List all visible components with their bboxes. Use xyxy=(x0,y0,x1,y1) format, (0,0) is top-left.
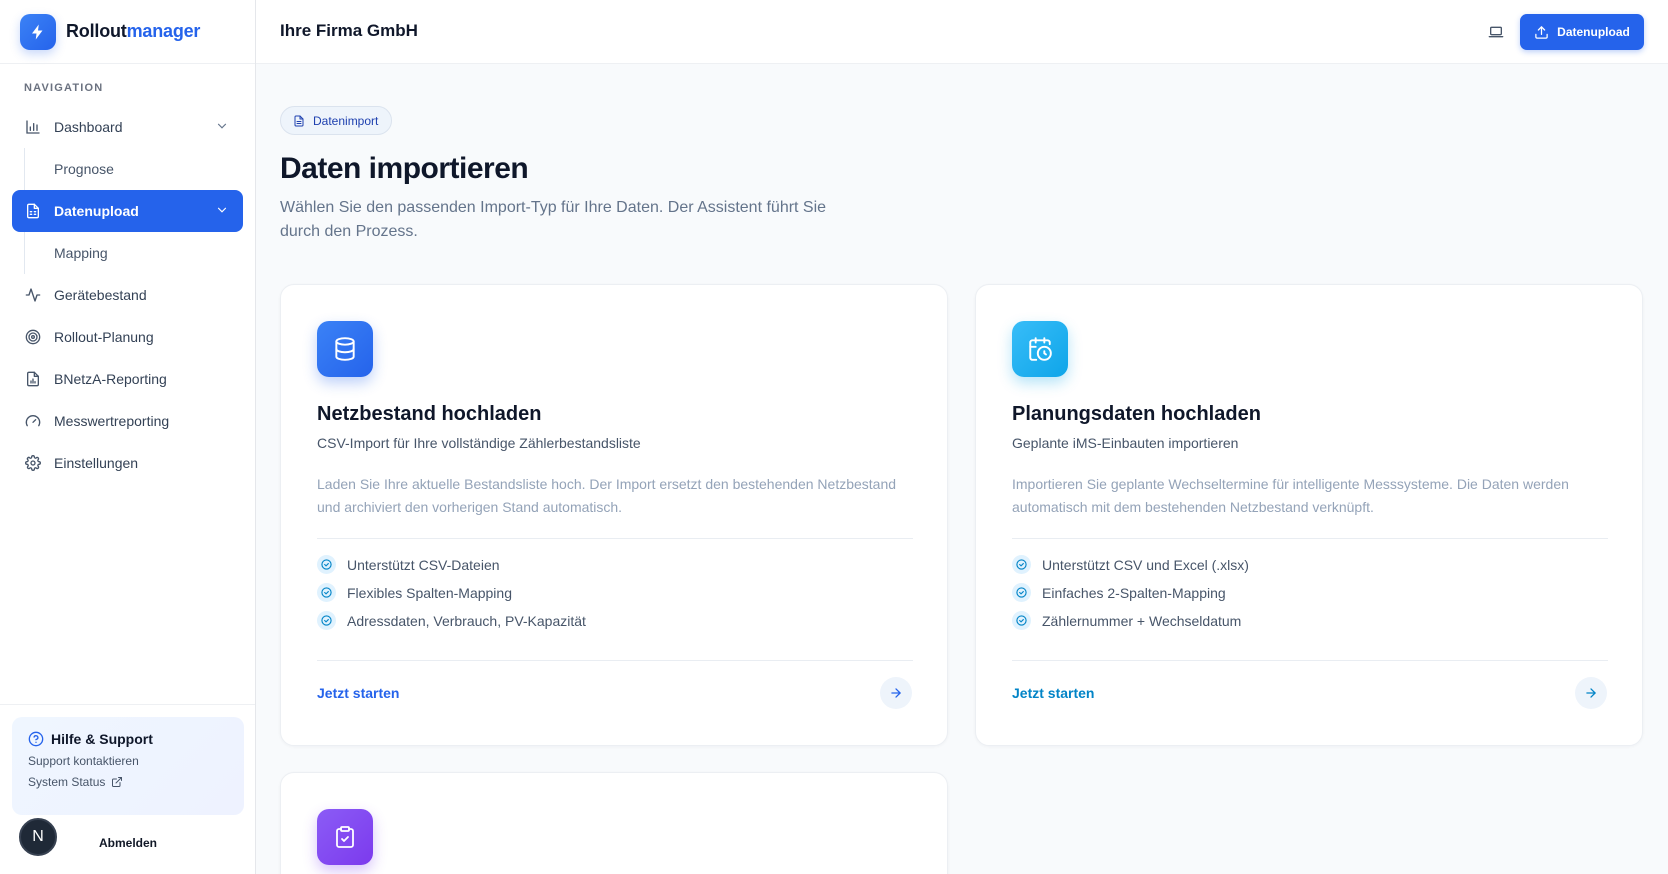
system-status-link[interactable]: System Status xyxy=(28,775,228,789)
avatar[interactable]: N xyxy=(19,818,57,856)
system-status-text: System Status xyxy=(28,775,106,789)
start-link[interactable]: Jetzt starten xyxy=(317,685,399,701)
external-link-icon xyxy=(111,776,123,788)
feature-text: Unterstützt CSV und Excel (.xlsx) xyxy=(1042,556,1249,573)
main-content: Datenimport Daten importieren Wählen Sie… xyxy=(256,64,1668,874)
chevron-down-icon xyxy=(215,119,229,136)
file-text-icon xyxy=(293,115,305,127)
sidebar-item-label: BNetzA-Reporting xyxy=(54,371,167,387)
activity-icon xyxy=(24,286,42,304)
feature-item: Unterstützt CSV und Excel (.xlsx) xyxy=(1012,555,1249,574)
laptop-icon[interactable] xyxy=(1484,20,1508,44)
upload-icon xyxy=(1534,25,1549,40)
feature-item: Einfaches 2-Spalten-Mapping xyxy=(1012,583,1226,602)
report-file-icon xyxy=(24,370,42,388)
sidebar-item-messwertreporting[interactable]: Messwertreporting xyxy=(12,400,243,442)
card-description: Importieren Sie geplante Wechseltermine … xyxy=(1012,476,1569,515)
card-title: Netzbestand hochladen xyxy=(317,403,542,425)
target-icon xyxy=(24,328,42,346)
help-circle-icon xyxy=(28,731,44,747)
sidebar-subitem-prognose[interactable]: Prognose xyxy=(24,148,255,190)
badge-label: Datenimport xyxy=(313,113,379,128)
gear-icon xyxy=(24,454,42,472)
feature-text: Unterstützt CSV-Dateien xyxy=(347,556,500,573)
card-divider xyxy=(1012,660,1608,661)
sidebar-subitem-mapping[interactable]: Mapping xyxy=(24,232,255,274)
database-icon xyxy=(317,321,373,377)
brand[interactable]: Rolloutmanager xyxy=(0,0,255,64)
check-circle-icon xyxy=(1012,611,1031,630)
arrow-right-icon[interactable] xyxy=(880,677,912,709)
sidebar-item-label: Messwertreporting xyxy=(54,413,170,429)
feature-item: Unterstützt CSV-Dateien xyxy=(317,555,500,574)
sidebar-footer: Hilfe & Support Support kontaktieren Sys… xyxy=(0,704,255,874)
support-contact-link[interactable]: Support kontaktieren xyxy=(28,754,228,768)
help-title: Hilfe & Support xyxy=(28,731,228,747)
sidebar-item-bnetza-reporting[interactable]: BNetzA-Reporting xyxy=(12,358,243,400)
sidebar-item-label: Dashboard xyxy=(54,119,123,135)
clipboard-check-icon xyxy=(317,809,373,865)
check-circle-icon xyxy=(317,555,336,574)
sidebar: Rolloutmanager NAVIGATION Dashboard Prog… xyxy=(0,0,256,874)
datenupload-button[interactable]: Datenupload xyxy=(1520,14,1644,50)
card-divider xyxy=(317,538,913,539)
sidebar-item-datenupload[interactable]: Datenupload xyxy=(12,190,243,232)
check-circle-icon xyxy=(317,583,336,602)
sidebar-item-label: Rollout-Planung xyxy=(54,329,154,345)
sidebar-item-label: Einstellungen xyxy=(54,455,139,471)
page-description: Wählen Sie den passenden Import-Typ für … xyxy=(280,199,827,240)
feature-text: Adressdaten, Verbrauch, PV-Kapazität xyxy=(347,612,586,629)
feature-item: Adressdaten, Verbrauch, PV-Kapazität xyxy=(317,611,586,630)
card-divider xyxy=(317,660,913,661)
card-subtitle: CSV-Import für Ihre vollständige Zählerb… xyxy=(317,435,641,451)
page-title: Daten importieren xyxy=(280,152,529,185)
help-support-box: Hilfe & Support Support kontaktieren Sys… xyxy=(12,717,244,815)
start-link[interactable]: Jetzt starten xyxy=(1012,685,1094,701)
card-subtitle: Geplante iMS-Einbauten importieren xyxy=(1012,435,1239,451)
feature-text: Flexibles Spalten-Mapping xyxy=(347,584,512,601)
calendar-clock-icon xyxy=(1012,321,1068,377)
arrow-right-icon[interactable] xyxy=(1575,677,1607,709)
card-divider xyxy=(1012,538,1608,539)
feature-item: Flexibles Spalten-Mapping xyxy=(317,583,512,602)
company-name: Ihre Firma GmbH xyxy=(280,21,418,40)
help-title-text: Hilfe & Support xyxy=(51,731,153,747)
feature-text: Zählernummer + Wechseldatum xyxy=(1042,612,1242,629)
check-circle-icon xyxy=(1012,583,1031,602)
card-title: Planungsdaten hochladen xyxy=(1012,403,1261,425)
card-third-import[interactable] xyxy=(280,772,948,874)
sidebar-item-geraetebestand[interactable]: Gerätebestand xyxy=(12,274,243,316)
top-header: Ihre Firma GmbH Datenupload xyxy=(256,0,1668,64)
bar-chart-icon xyxy=(24,118,42,136)
sidebar-item-dashboard[interactable]: Dashboard xyxy=(12,106,243,148)
sidebar-item-einstellungen[interactable]: Einstellungen xyxy=(12,442,243,484)
lightning-logo-icon xyxy=(20,13,56,50)
sidebar-item-rollout-planung[interactable]: Rollout-Planung xyxy=(12,316,243,358)
datenimport-badge: Datenimport xyxy=(280,106,393,135)
card-description: Laden Sie Ihre aktuelle Bestandsliste ho… xyxy=(317,476,897,515)
logout-button[interactable]: Abmelden xyxy=(99,836,157,850)
feature-text: Einfaches 2-Spalten-Mapping xyxy=(1042,584,1226,601)
sidebar-item-label: Datenupload xyxy=(54,203,139,219)
nav-heading: NAVIGATION xyxy=(24,82,104,94)
sidebar-item-label: Gerätebestand xyxy=(54,287,147,303)
card-netzbestand[interactable]: Netzbestand hochladen CSV-Import für Ihr… xyxy=(280,284,948,746)
check-circle-icon xyxy=(1012,555,1031,574)
feature-item: Zählernummer + Wechseldatum xyxy=(1012,611,1241,630)
chevron-down-icon xyxy=(215,203,229,220)
gauge-icon xyxy=(24,412,42,430)
brand-name: Rolloutmanager xyxy=(66,21,201,41)
card-planungsdaten[interactable]: Planungsdaten hochladen Geplante iMS-Ein… xyxy=(975,284,1643,746)
support-contact-text: Support kontaktieren xyxy=(28,754,139,768)
spreadsheet-icon xyxy=(24,202,42,220)
datenupload-button-label: Datenupload xyxy=(1557,25,1630,39)
check-circle-icon xyxy=(317,611,336,630)
